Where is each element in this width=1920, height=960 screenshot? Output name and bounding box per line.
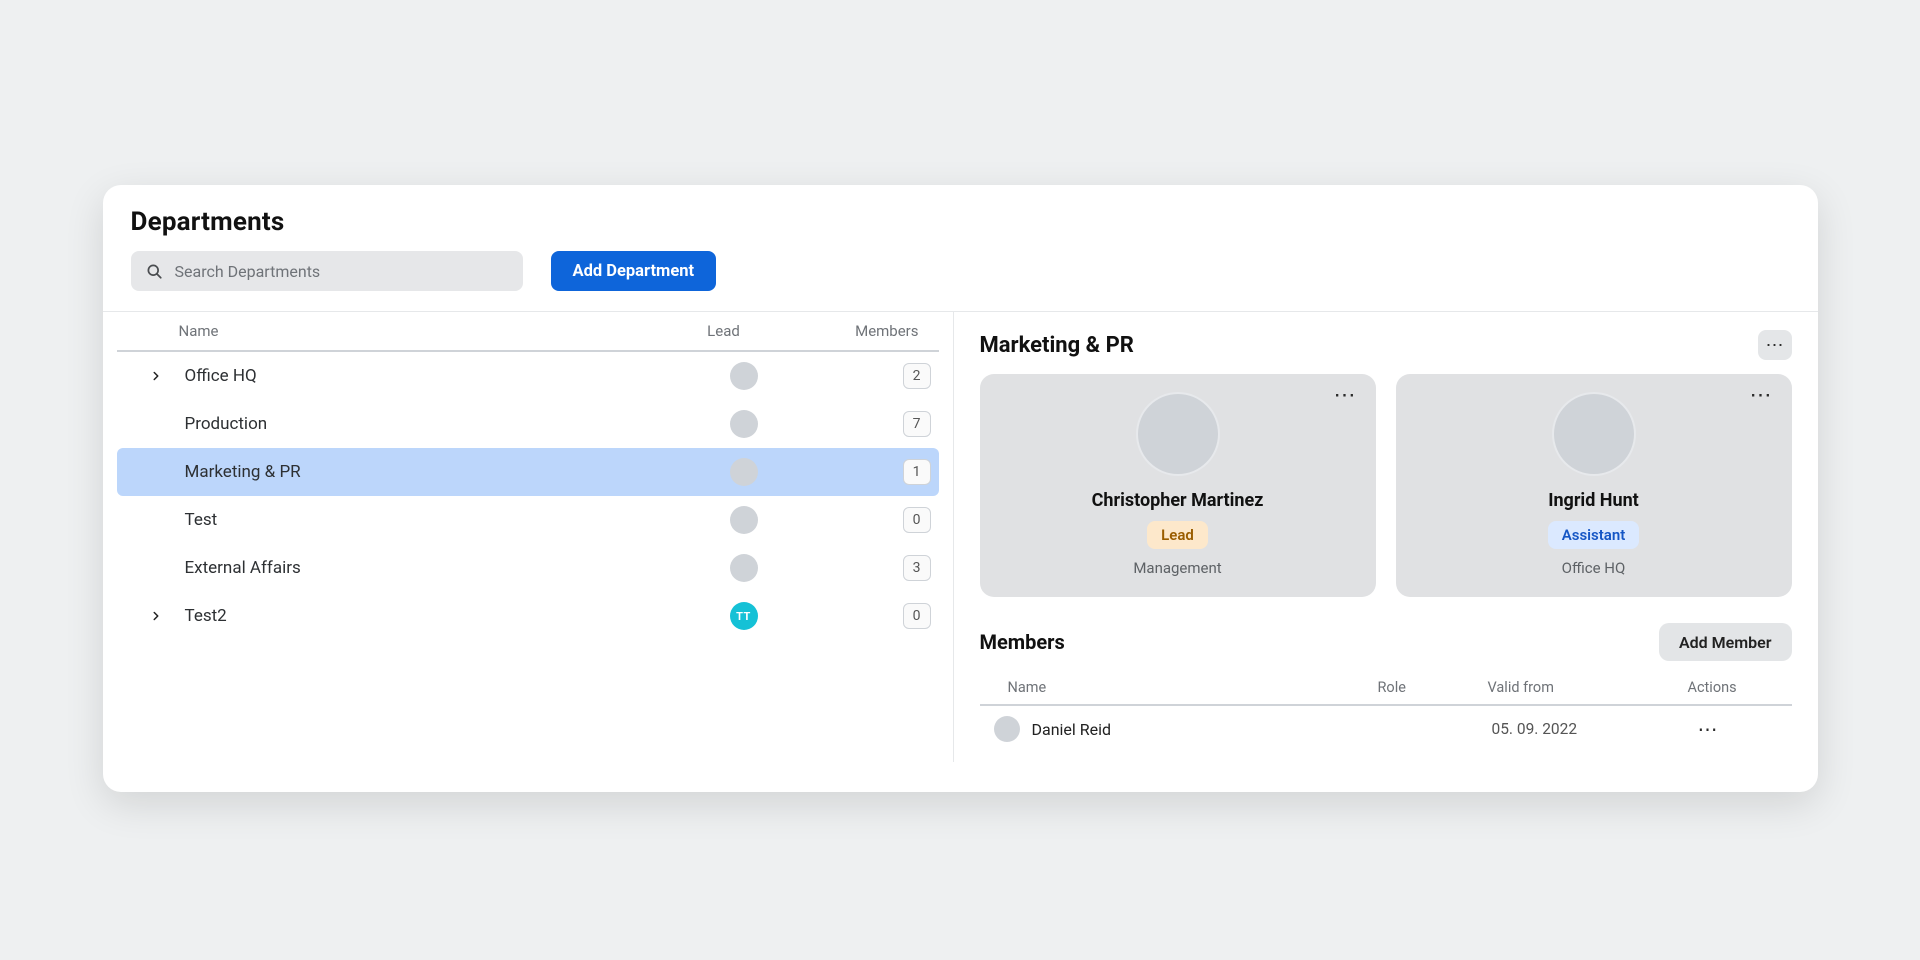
department-lead (669, 554, 819, 582)
card-more-button[interactable]: ⋯ (1328, 384, 1362, 408)
department-name[interactable]: External Affairs (169, 558, 669, 578)
content-columns: Name Lead Members Office HQ2Production7M… (103, 312, 1818, 762)
mcol-valid: Valid from (1488, 679, 1688, 696)
department-name[interactable]: Test2 (169, 606, 669, 626)
search-icon (145, 262, 163, 280)
col-name: Name (137, 322, 649, 340)
department-members-count: 2 (819, 363, 939, 389)
search-field[interactable] (131, 251, 523, 291)
department-row[interactable]: Test 0 (117, 496, 939, 544)
page-title: Departments (131, 207, 1790, 237)
member-more-button[interactable]: ⋯ (1692, 716, 1724, 742)
more-horizontal-icon: ⋯ (1750, 383, 1772, 408)
count-badge: 7 (903, 411, 931, 437)
header-controls: Add Department (131, 251, 1790, 291)
department-lead (669, 458, 819, 486)
member-row: Daniel Reid 05. 09. 2022 ⋯ (980, 706, 1792, 752)
col-members: Members (799, 322, 919, 340)
department-name[interactable]: Test (169, 510, 669, 530)
card-more-button[interactable]: ⋯ (1744, 384, 1778, 408)
role-chip: Lead (1147, 521, 1208, 549)
department-row[interactable]: Marketing & PR 1 (117, 448, 939, 496)
member-name-cell: Daniel Reid (980, 716, 1382, 742)
avatar (730, 458, 758, 486)
department-row[interactable]: Office HQ 2 (117, 352, 939, 400)
count-badge: 0 (903, 603, 931, 629)
count-badge: 0 (903, 507, 931, 533)
chevron-right-icon[interactable] (143, 369, 169, 383)
member-valid-from: 05. 09. 2022 (1492, 720, 1692, 738)
mcol-name: Name (984, 679, 1378, 696)
avatar (994, 716, 1020, 742)
person-subtitle: Management (1133, 559, 1221, 577)
count-badge: 1 (903, 459, 931, 485)
leadership-card: ⋯ Ingrid Hunt Assistant Office HQ (1396, 374, 1792, 597)
search-input[interactable] (173, 261, 509, 282)
add-department-button[interactable]: Add Department (551, 251, 717, 291)
member-actions: ⋯ (1692, 716, 1792, 742)
more-horizontal-icon: ⋯ (1334, 383, 1356, 408)
member-name: Daniel Reid (1032, 720, 1112, 739)
department-row[interactable]: External Affairs 3 (117, 544, 939, 592)
add-member-button[interactable]: Add Member (1659, 623, 1792, 661)
department-name[interactable]: Office HQ (169, 366, 669, 386)
count-badge: 2 (903, 363, 931, 389)
departments-table-header: Name Lead Members (117, 312, 939, 352)
mcol-actions: Actions (1688, 679, 1788, 696)
avatar (730, 554, 758, 582)
detail-header: Marketing & PR ⋯ (980, 330, 1792, 360)
detail-title: Marketing & PR (980, 333, 1134, 358)
chevron-right-icon[interactable] (143, 609, 169, 623)
more-horizontal-icon: ⋯ (1766, 335, 1784, 356)
department-members-count: 0 (819, 603, 939, 629)
avatar (730, 506, 758, 534)
count-badge: 3 (903, 555, 931, 581)
departments-panel: Departments Add Department Name Lead Mem… (103, 185, 1818, 792)
department-lead (669, 362, 819, 390)
department-lead (669, 506, 819, 534)
department-members-count: 1 (819, 459, 939, 485)
leadership-cards: ⋯ Christopher Martinez Lead Management ⋯ Ingr… (980, 374, 1792, 597)
members-header: Members Add Member (980, 623, 1792, 661)
department-members-count: 0 (819, 507, 939, 533)
leadership-card: ⋯ Christopher Martinez Lead Management (980, 374, 1376, 597)
panel-header: Departments Add Department (103, 185, 1818, 312)
detail-more-button[interactable]: ⋯ (1758, 330, 1792, 360)
members-table-header: Name Role Valid from Actions (980, 671, 1792, 706)
members-table-body: Daniel Reid 05. 09. 2022 ⋯ (980, 706, 1792, 752)
department-name[interactable]: Production (169, 414, 669, 434)
more-horizontal-icon: ⋯ (1698, 717, 1718, 741)
mcol-role: Role (1378, 679, 1488, 696)
avatar (1136, 392, 1220, 476)
department-name[interactable]: Marketing & PR (169, 462, 669, 482)
avatar-initials: TT (730, 602, 758, 630)
role-chip: Assistant (1548, 521, 1640, 549)
person-subtitle: Office HQ (1562, 559, 1626, 577)
department-detail: Marketing & PR ⋯ ⋯ Christopher Martinez Le… (953, 312, 1818, 762)
department-members-count: 7 (819, 411, 939, 437)
department-row[interactable]: Test2 TT 0 (117, 592, 939, 640)
department-lead: TT (669, 602, 819, 630)
avatar (730, 362, 758, 390)
col-lead: Lead (649, 322, 799, 340)
person-name: Ingrid Hunt (1548, 490, 1639, 511)
person-name: Christopher Martinez (1092, 490, 1264, 511)
departments-table-body: Office HQ 2 Production 7 Marketing & PR 1 Test… (117, 352, 939, 640)
department-members-count: 3 (819, 555, 939, 581)
department-row[interactable]: Production 7 (117, 400, 939, 448)
department-lead (669, 410, 819, 438)
departments-list: Name Lead Members Office HQ 2 Production 7 M… (103, 312, 953, 762)
avatar (1552, 392, 1636, 476)
avatar (730, 410, 758, 438)
members-heading: Members (980, 630, 1065, 654)
